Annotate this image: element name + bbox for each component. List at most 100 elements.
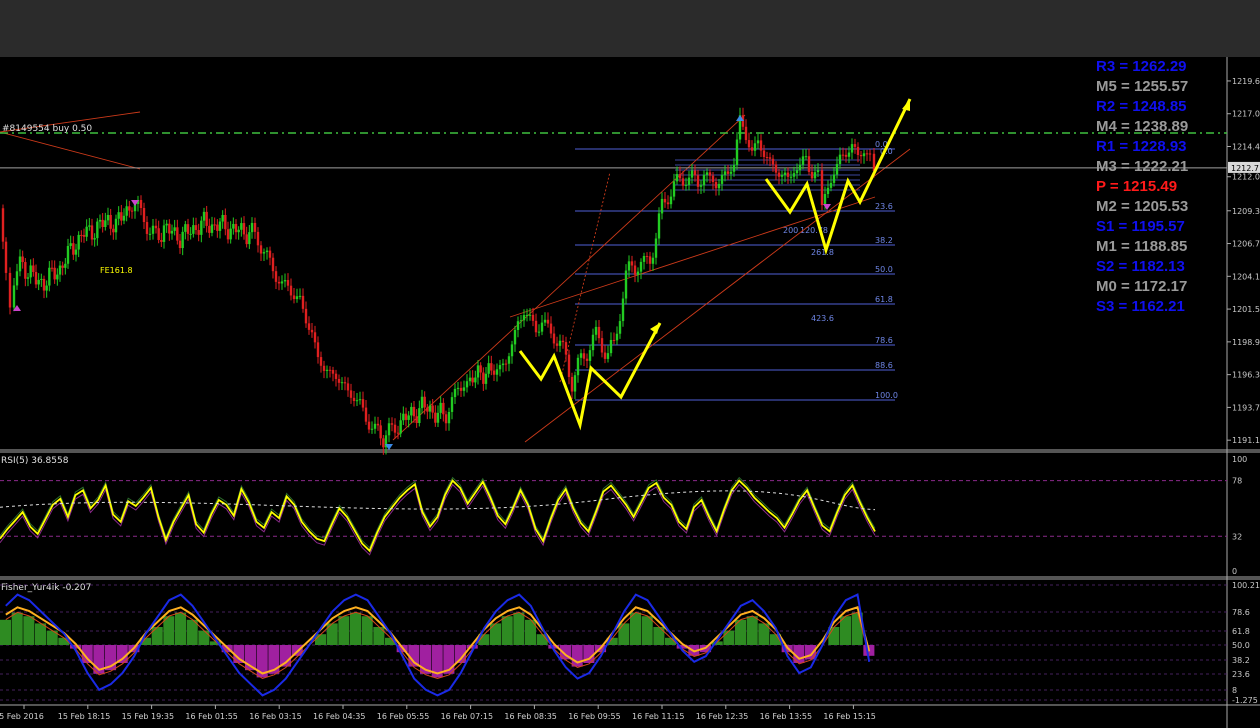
pivot-row-m1: M1 = 1188.85 — [1096, 237, 1236, 257]
order-fan-lower-line — [0, 131, 141, 170]
candle-body — [792, 173, 796, 177]
candle-body — [186, 224, 190, 234]
candle-body — [675, 174, 679, 182]
candle-body — [558, 340, 562, 346]
candle-body — [765, 156, 769, 158]
pivot-label: M1 — [1096, 238, 1117, 255]
pivot-label: S3 — [1096, 298, 1115, 315]
candle-body — [77, 234, 80, 250]
candle-body — [331, 370, 335, 374]
candle-body — [462, 387, 466, 391]
candle-body — [189, 233, 192, 235]
fib-level-label: 38.2 — [875, 236, 893, 245]
fisher-title: Fisher_Yur4ik -0.207 — [1, 583, 91, 593]
fisher-bar — [723, 630, 735, 645]
candle-body — [663, 198, 667, 203]
fisher-bar — [361, 616, 373, 645]
candle-body — [732, 165, 736, 172]
candle-body — [240, 223, 243, 230]
rsi-tick-label: 100 — [1232, 455, 1247, 464]
candle-body — [450, 397, 454, 412]
candle-body — [810, 171, 814, 179]
pivot-row-m0: M0 = 1172.17 — [1096, 277, 1236, 297]
pivot-label: S2 — [1096, 258, 1115, 275]
candle-body — [507, 356, 511, 364]
fisher-bar — [11, 612, 23, 645]
candle-body — [80, 234, 83, 236]
candle-body — [322, 365, 326, 371]
candle-body — [753, 143, 757, 151]
candle-body — [262, 252, 266, 254]
candle-body — [561, 340, 565, 343]
candle-body — [90, 225, 94, 240]
candle-body — [537, 331, 541, 333]
candle-body — [853, 144, 857, 147]
candle-body — [717, 183, 721, 189]
candle-body — [29, 265, 32, 278]
price-tick-label: 1198.9 — [1232, 338, 1260, 347]
candle-body — [705, 172, 709, 175]
candle-body — [407, 415, 410, 420]
price-tick-label: 1191.1 — [1232, 436, 1260, 445]
candle-body — [447, 411, 451, 424]
candle-body — [618, 321, 622, 334]
candle-body — [194, 225, 198, 230]
price-tick-label: 1217.0 — [1232, 110, 1260, 119]
candle-body — [482, 372, 485, 384]
candle-body — [396, 432, 400, 434]
candle-body — [373, 423, 377, 429]
candle-body — [202, 211, 206, 221]
candle-body — [271, 257, 275, 272]
candle-body — [402, 413, 405, 421]
time-tick-label: 16 Feb 15:15 — [823, 712, 875, 721]
candle-body — [165, 223, 168, 226]
candle-body — [498, 365, 502, 370]
candle-body — [850, 144, 854, 153]
candle-body — [8, 272, 12, 308]
candle-body — [242, 223, 246, 235]
candle-body — [807, 156, 811, 172]
candle-body — [835, 164, 839, 175]
price-chart[interactable]: 0.023.638.250.061.878.688.6100.0200 120.7… — [0, 57, 1260, 728]
candle-body — [832, 174, 836, 183]
candle-body — [684, 184, 688, 186]
candle-body — [540, 322, 544, 332]
candle-body — [1, 208, 5, 242]
candle-body — [868, 153, 872, 155]
candle-body — [390, 423, 394, 425]
candle-body — [319, 357, 323, 366]
candle-body — [795, 170, 799, 174]
candle-body — [420, 396, 424, 409]
candle-body — [786, 172, 790, 177]
candle-body — [154, 225, 158, 229]
fisher-tick-label: 8 — [1232, 686, 1237, 695]
order-line-label: #8149554 buy 0.50 — [2, 124, 92, 134]
pivot-label: M5 — [1096, 78, 1117, 95]
candle-body — [813, 172, 817, 179]
candle-body — [612, 339, 616, 341]
candle-body — [525, 315, 529, 317]
candle-body — [139, 199, 143, 209]
candle-body — [178, 240, 182, 249]
candle-body — [307, 323, 311, 330]
candle-body — [313, 332, 317, 343]
time-tick-label: 16 Feb 07:15 — [441, 712, 493, 721]
candle-body — [40, 278, 43, 280]
fibo-expansion-label: FE161.8 — [100, 266, 133, 275]
pivot-equals: = — [1114, 258, 1132, 275]
candle-body — [720, 174, 724, 184]
rsi-signal-line — [0, 483, 876, 556]
candle-body — [213, 224, 216, 226]
candle-body — [630, 261, 634, 266]
fisher-tick-label: 78.6 — [1232, 608, 1250, 617]
pivot-row-m3: M3 = 1222.21 — [1096, 157, 1236, 177]
pivot-row-s2: S2 = 1182.13 — [1096, 257, 1236, 277]
pivot-equals: = — [1115, 58, 1133, 75]
channel-middle-line — [509, 196, 876, 318]
candle-body — [490, 363, 493, 371]
candle-body — [298, 295, 302, 297]
fisher-bar — [630, 612, 642, 645]
candle-body — [352, 397, 356, 401]
candle-body — [122, 215, 126, 221]
time-tick-label: 16 Feb 12:35 — [696, 712, 748, 721]
